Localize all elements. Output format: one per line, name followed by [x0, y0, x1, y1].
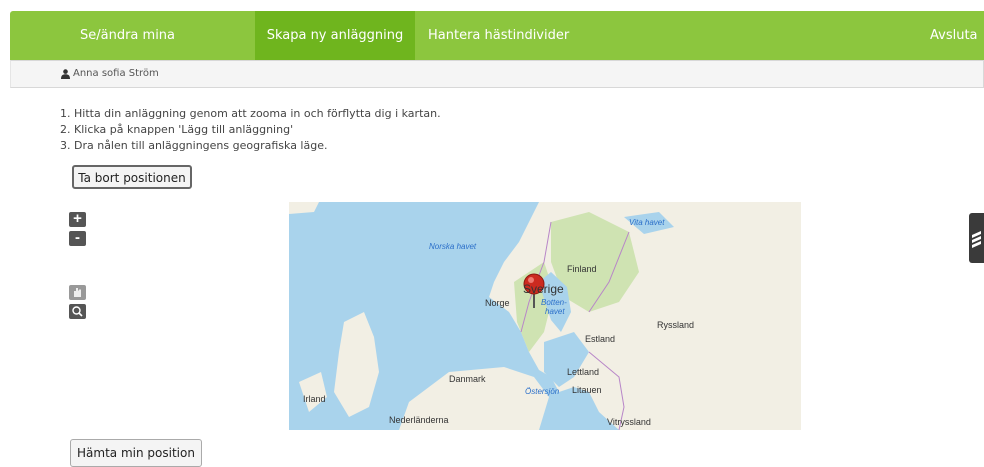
nav-edit-facilities[interactable]: Se/ändra mina anläggningar: [80, 11, 250, 92]
instruction-step-3: 3. Dra nålen till anläggningens geografi…: [60, 139, 328, 152]
map-label-vitryssland: Vitryssland: [607, 417, 651, 427]
map-label-norska-havet: Norska havet: [429, 242, 477, 251]
nav-manage-horses[interactable]: Hantera hästindivider: [428, 11, 569, 60]
user-name: Anna sofia Ström: [73, 68, 159, 79]
map-label-danmark: Danmark: [449, 374, 486, 384]
map-label-irland: Irland: [303, 394, 326, 404]
map-label-vita-havet: Vita havet: [629, 218, 665, 227]
map-label-bottenhavet-2: havet: [545, 307, 565, 316]
map-label-bottenhavet: Botten-: [541, 298, 567, 307]
map-label-norge: Norge: [485, 298, 510, 308]
map-view[interactable]: Norska havet Vita havet Finland Sverige …: [289, 202, 801, 430]
zoom-box-icon[interactable]: [69, 304, 86, 319]
map-label-estland: Estland: [585, 334, 616, 344]
nav-logout[interactable]: Avsluta [: [930, 11, 984, 92]
remove-position-button[interactable]: Ta bort positionen: [72, 165, 192, 189]
instruction-step-1: 1. Hitta din anläggning genom att zooma …: [60, 107, 441, 120]
map-label-nederlanderna: Nederländerna: [389, 415, 449, 425]
top-navbar: Se/ändra mina anläggningar Skapa ny anlä…: [10, 11, 984, 92]
nav-create-facility[interactable]: Skapa ny anläggning: [255, 11, 415, 60]
map-label-lettland: Lettland: [567, 367, 600, 377]
pan-hand-icon[interactable]: [69, 285, 86, 300]
layers-icon: [972, 231, 981, 248]
map-label-ryssland: Ryssland: [657, 320, 695, 330]
user-bar: Anna sofia Ström: [10, 60, 984, 88]
map-label-sverige: Sverige: [523, 282, 564, 296]
map-label-litauen: Litauen: [572, 385, 602, 395]
user-icon: [61, 69, 70, 79]
map-label-finland: Finland: [567, 264, 597, 274]
map-label-ostersjon: Östersjön: [525, 387, 560, 396]
layer-switcher-toggle[interactable]: [969, 213, 984, 263]
zoom-out-button[interactable]: -: [69, 230, 86, 246]
zoom-in-button[interactable]: +: [69, 211, 86, 227]
instruction-step-2: 2. Klicka på knappen 'Lägg till anläggni…: [60, 123, 294, 136]
